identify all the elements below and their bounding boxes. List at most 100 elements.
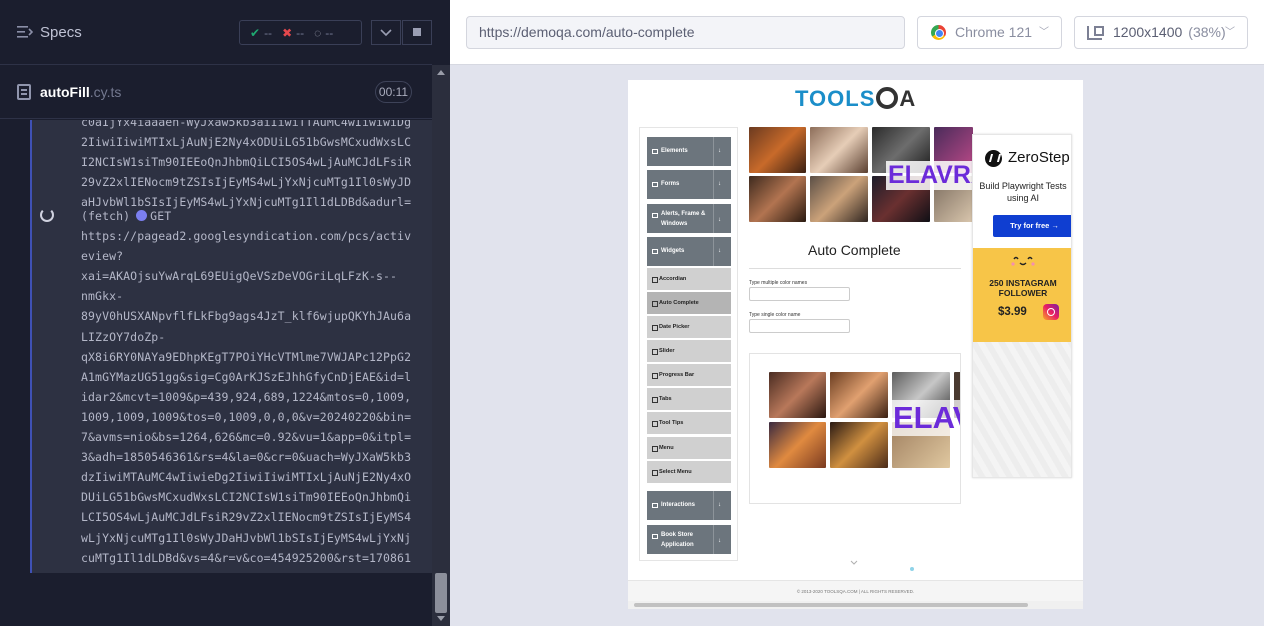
title-divider <box>749 268 961 269</box>
group-label: Interactions <box>661 502 696 508</box>
expand-icon <box>713 204 727 233</box>
log-scrollbar[interactable] <box>432 65 450 626</box>
x-icon: ✖ <box>282 25 293 40</box>
logo-text: TOOLS <box>795 86 876 111</box>
pending-count: -- <box>325 25 334 40</box>
try-for-free-button[interactable]: Try for free → <box>993 215 1071 237</box>
loading-spinner-icon <box>40 208 54 222</box>
nav-group-interactions[interactable]: Interactions <box>647 491 731 520</box>
nav-group-book-store[interactable]: Book Store Application <box>647 525 731 554</box>
browser-selector[interactable]: Chrome 121 ﹀ <box>917 16 1062 49</box>
scroll-thumb[interactable] <box>435 573 447 613</box>
spec-filename: autoFill.cy.ts <box>40 84 121 100</box>
nav-item-accordian[interactable]: Accordian <box>647 268 731 291</box>
browser-label: Chrome 121 <box>955 24 1033 40</box>
fetch-label: (fetch) <box>81 209 131 223</box>
nav-item-slider[interactable]: Slider <box>647 340 731 363</box>
passed-stat: ✔ -- <box>250 26 272 40</box>
instagram-ad-price: $3.99 <box>998 306 1027 318</box>
toolsqa-logo[interactable]: TOOLS A <box>795 86 916 112</box>
viewport-info[interactable]: 1200x1400 (38%) ﹀ <box>1074 16 1248 49</box>
instagram-ad-title: 250 INSTAGRAM FOLLOWER <box>989 278 1057 298</box>
ad-banner-middle[interactable]: ELAV <box>749 353 961 504</box>
expand-icon <box>713 137 727 166</box>
ad-sidebar-right[interactable]: ZeroStep Build Playwright Tests using AI… <box>972 134 1072 478</box>
nav-item-auto-complete[interactable]: Auto Complete <box>647 292 731 315</box>
ad-banner-top[interactable]: ELAVRA <box>749 127 973 222</box>
nav-item-tabs[interactable]: Tabs <box>647 388 731 411</box>
aut-panel: https://demoqa.com/auto-complete Chrome … <box>450 0 1264 626</box>
fetch-url: https://pagead2.googlesyndication.com/pc… <box>81 229 412 573</box>
group-label: Widgets <box>661 248 685 254</box>
nav-group-forms[interactable]: Forms <box>647 170 731 199</box>
zerostep-subtitle: Build Playwright Tests using AI <box>979 181 1067 203</box>
scroll-up-icon[interactable] <box>437 70 445 75</box>
stop-button[interactable] <box>402 20 432 45</box>
chevron-down-icon <box>850 560 858 565</box>
viewport-size: 1200x1400 <box>1113 24 1183 40</box>
page-footer: © 2013-2020 TOOLSQA.COM | ALL RIGHTS RES… <box>628 580 1083 601</box>
multi-color-input[interactable] <box>749 287 850 301</box>
scroll-thumb[interactable] <box>634 603 1028 607</box>
stop-icon <box>413 28 421 36</box>
scroll-indicator-dot <box>910 567 914 571</box>
logo-text-end: A <box>899 86 917 111</box>
spec-row[interactable]: autoFill.cy.ts 00:11 <box>0 66 432 119</box>
nav-item-menu[interactable]: Menu <box>647 437 731 460</box>
failed-stat: ✖ -- <box>282 26 304 40</box>
pending-stat: ◌ -- <box>314 26 333 40</box>
command-log[interactable]: c0aIjYx4iaaaen-WyJxaw5kb3aiIiwiTTAuMC4wI… <box>30 120 432 573</box>
instagram-ad[interactable]: 250 INSTAGRAM FOLLOWER $3.99 <box>973 248 1071 342</box>
left-nav: Elements Forms Alerts, Frame & Windows W… <box>639 127 738 561</box>
nav-group-widgets[interactable]: Widgets <box>647 237 731 266</box>
smiley-face-icon <box>1011 256 1035 266</box>
instagram-icon <box>1043 304 1059 320</box>
ad-image <box>830 422 888 468</box>
nav-group-elements[interactable]: Elements <box>647 137 731 166</box>
fetch-method: GET <box>150 209 172 223</box>
logo-gear-icon <box>876 87 899 109</box>
specs-list-icon[interactable] <box>17 25 33 39</box>
ad-image <box>749 127 806 173</box>
zerostep-name: ZeroStep <box>1008 149 1070 166</box>
collapse-button[interactable] <box>371 20 401 45</box>
single-color-input[interactable] <box>749 319 850 333</box>
spec-name: autoFill <box>40 84 90 100</box>
check-icon: ✔ <box>250 25 261 40</box>
spec-extension: .cy.ts <box>89 84 122 100</box>
fetch-log-entry[interactable]: (fetch) GET https://pagead2.googlesyndica… <box>81 206 411 573</box>
group-label: Forms <box>661 181 680 187</box>
group-icon <box>652 534 658 539</box>
ad-image <box>830 372 888 418</box>
group-icon <box>652 213 658 218</box>
expand-icon <box>713 170 727 199</box>
group-icon <box>652 149 658 154</box>
nav-item-date-picker[interactable]: Date Picker <box>647 316 731 339</box>
command-log-panel: Specs ✔ -- ✖ -- ◌ -- autoFill.cy.ts 00:11 c… <box>0 0 450 626</box>
group-label: Book Store Application <box>661 532 694 548</box>
specs-title[interactable]: Specs <box>40 24 82 41</box>
ad-brand-text: ELAVRA <box>886 161 973 190</box>
ad-image <box>769 422 826 468</box>
single-color-label: Type single color name <box>749 312 801 318</box>
pending-circle-icon: ◌ <box>314 25 322 40</box>
ad-image <box>810 176 868 222</box>
aut-toolbar: https://demoqa.com/auto-complete Chrome … <box>450 0 1264 65</box>
nav-item-progress-bar[interactable]: Progress Bar <box>647 364 731 387</box>
specs-header: Specs ✔ -- ✖ -- ◌ -- <box>0 0 432 65</box>
ad-image <box>769 372 826 418</box>
group-icon <box>652 182 658 187</box>
scroll-down-icon[interactable] <box>437 616 445 621</box>
url-bar[interactable]: https://demoqa.com/auto-complete <box>466 16 905 49</box>
aut-horizontal-scrollbar[interactable] <box>628 601 1083 609</box>
nav-group-alerts[interactable]: Alerts, Frame & Windows <box>647 204 731 233</box>
nav-item-select-menu[interactable]: Select Menu <box>647 461 731 484</box>
log-previous-text: c0aIjYx4iaaaen-WyJxaw5kb3aiIiwiTTAuMC4wI… <box>81 120 412 210</box>
chrome-icon <box>931 25 946 40</box>
zerostep-logo-icon <box>985 150 1002 167</box>
failed-count: -- <box>296 25 305 40</box>
ad-pattern <box>973 342 1071 477</box>
ad-brand-text: ELAV <box>891 400 960 436</box>
nav-item-tool-tips[interactable]: Tool Tips <box>647 412 731 435</box>
chevron-down-icon <box>380 29 392 37</box>
